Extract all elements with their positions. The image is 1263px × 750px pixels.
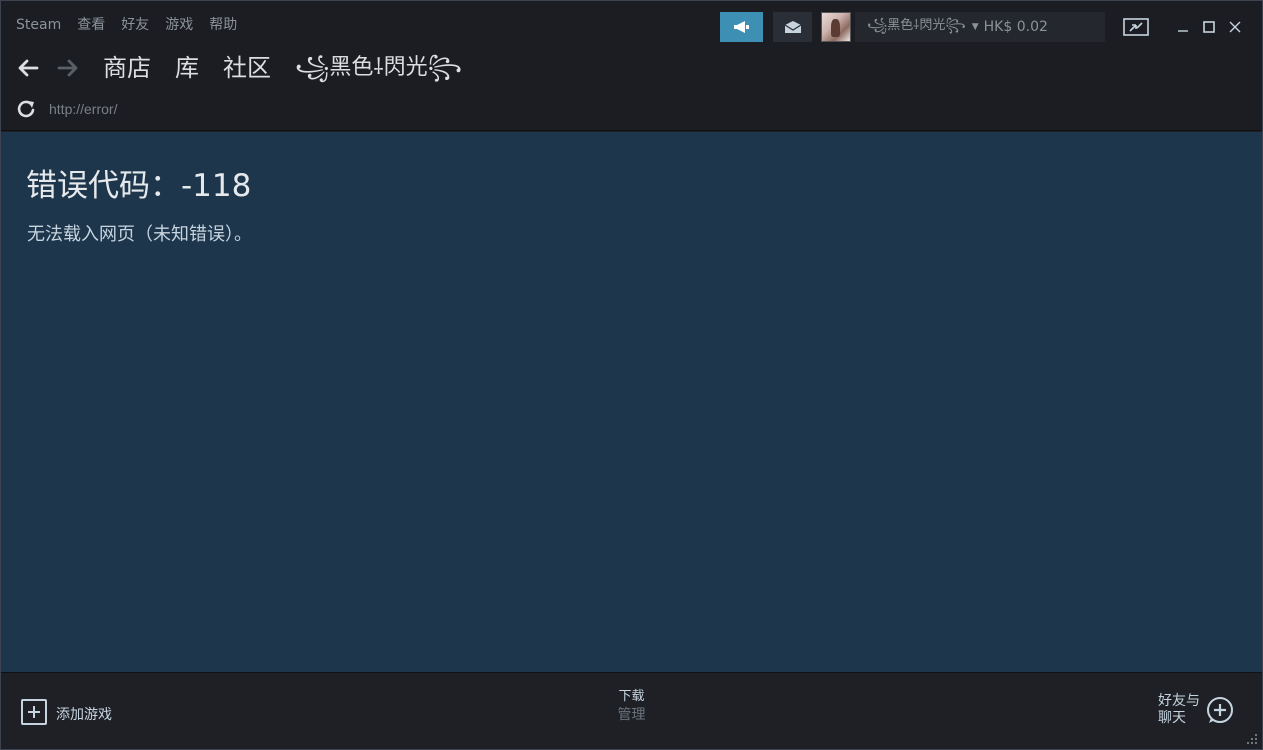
chat-plus-icon: [1207, 697, 1233, 723]
notifications-button[interactable]: [773, 12, 812, 42]
friends-label-line1: 好友与: [1158, 693, 1200, 709]
browser-content: 错误代码：-118 无法载入网页（未知错误）。: [1, 132, 1262, 673]
navigation-bar: 商店 库 社区 ꧁黑色⸸閃光꧂: [15, 51, 462, 85]
menu-help[interactable]: 帮助: [209, 15, 237, 35]
close-button[interactable]: [1224, 16, 1246, 38]
menu-view[interactable]: 查看: [77, 15, 105, 35]
big-picture-button[interactable]: [1122, 16, 1150, 38]
minimize-button[interactable]: [1172, 16, 1194, 38]
chevron-down-icon: ▼: [971, 22, 979, 32]
url-text[interactable]: http://error/: [49, 101, 117, 117]
steam-window: Steam 查看 好友 游戏 帮助 ꧁黑色⸸閃光꧂ ▼ HK$ 0.02 商店 …: [0, 0, 1263, 750]
forward-button[interactable]: [55, 55, 81, 81]
announcement-button[interactable]: [720, 12, 763, 42]
manage-label: 管理: [617, 707, 646, 723]
downloads-label: 下载: [618, 689, 645, 704]
nav-community[interactable]: 社区: [223, 51, 271, 85]
top-right-controls: ꧁黑色⸸閃光꧂ ▼ HK$ 0.02: [702, 12, 1262, 42]
wallet-balance: HK$ 0.02: [983, 19, 1048, 35]
menu-games[interactable]: 游戏: [165, 15, 193, 35]
envelope-icon: [784, 21, 801, 33]
nav-username[interactable]: ꧁黑色⸸閃光꧂: [295, 51, 462, 85]
nav-library[interactable]: 库: [175, 51, 199, 85]
menu-steam[interactable]: Steam: [16, 15, 61, 35]
menu-friends[interactable]: 好友: [121, 15, 149, 35]
forward-arrow-icon: [57, 59, 78, 77]
downloads-button[interactable]: 下载 管理: [1, 688, 1262, 724]
back-arrow-icon: [18, 59, 39, 77]
avatar[interactable]: [821, 12, 851, 42]
back-button[interactable]: [15, 55, 41, 81]
friends-chat-label: 好友与 聊天: [1158, 693, 1200, 727]
big-picture-icon: [1123, 18, 1149, 36]
maximize-button[interactable]: [1198, 16, 1220, 38]
url-bar: http://error/: [15, 97, 117, 121]
close-icon: [1229, 21, 1241, 33]
title-chrome: Steam 查看 好友 游戏 帮助 ꧁黑色⸸閃光꧂ ▼ HK$ 0.02 商店 …: [1, 1, 1262, 131]
account-menu[interactable]: ꧁黑色⸸閃光꧂ ▼ HK$ 0.02: [855, 12, 1105, 42]
bottom-bar: 添加游戏 下载 管理 好友与 聊天: [1, 674, 1262, 749]
friends-label-line2: 聊天: [1158, 710, 1186, 726]
resize-grip-icon[interactable]: [1246, 733, 1258, 745]
minimize-icon: [1178, 30, 1188, 32]
maximize-icon: [1203, 21, 1215, 33]
reload-icon: [17, 100, 35, 118]
reload-button[interactable]: [15, 97, 39, 121]
error-title: 错误代码：-118: [26, 168, 252, 204]
error-message: 无法载入网页（未知错误）。: [27, 224, 252, 245]
menu-bar: Steam 查看 好友 游戏 帮助: [16, 15, 237, 35]
account-name: ꧁黑色⸸閃光꧂: [867, 17, 966, 33]
friends-chat-button[interactable]: 好友与 聊天: [1158, 693, 1234, 727]
nav-store[interactable]: 商店: [103, 51, 151, 85]
announcement-icon: [733, 21, 749, 33]
